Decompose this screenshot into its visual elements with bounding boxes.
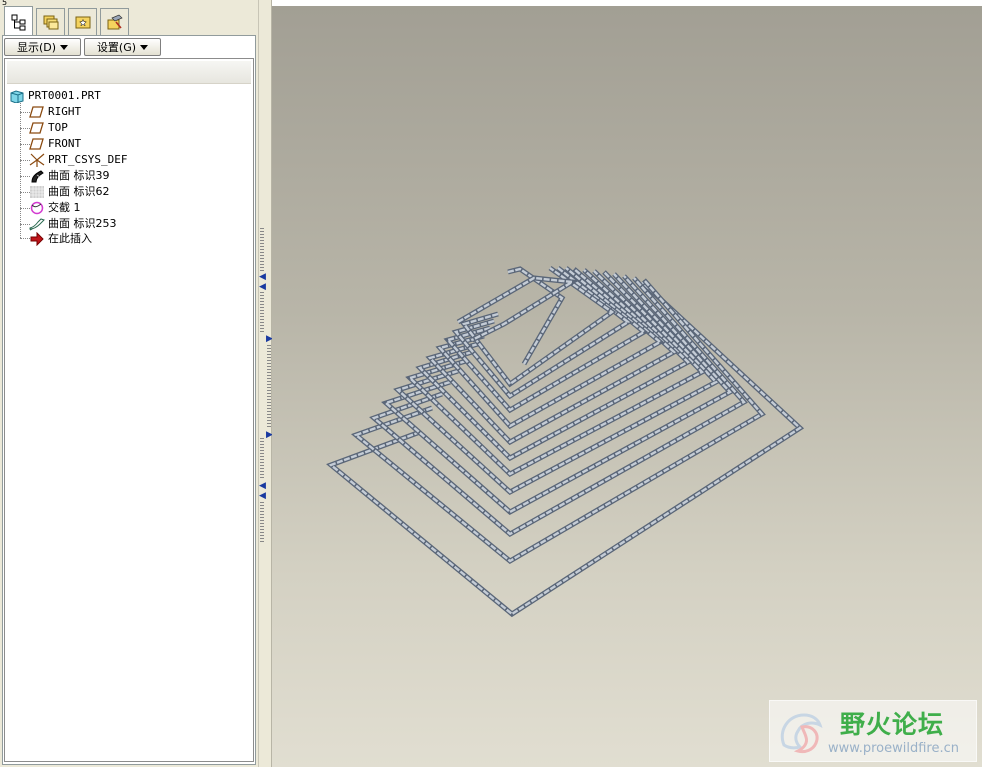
folder-browser-tab[interactable]	[36, 8, 65, 35]
insert-here-arrow-icon	[30, 232, 44, 246]
tree-item-label: FRONT	[48, 137, 82, 150]
tube-segment	[328, 281, 802, 616]
tree-item-front[interactable]: FRONT	[29, 136, 275, 152]
tree-item-csys[interactable]: PRT_CSYS_DEF	[29, 152, 275, 168]
coordinate-system-icon	[29, 153, 45, 167]
settings-menu-label: 设置(G)	[96, 41, 137, 54]
collapse-left-arrow-icon[interactable]: ◀	[259, 482, 266, 491]
surface-grid-icon	[30, 186, 44, 198]
tree-item-label: 曲面 标识62	[48, 185, 110, 198]
flame-logo-icon	[780, 713, 823, 754]
navigator-tabs	[2, 6, 256, 36]
display-menu-label: 显示(D)	[16, 41, 57, 54]
tree-item-label: PRT0001.PRT	[28, 89, 101, 102]
tube-segment	[353, 279, 764, 563]
tree-item-insert-here[interactable]: 在此插入	[29, 231, 275, 247]
tree-item-label: 在此插入	[48, 232, 92, 245]
collapse-left-arrow-icon[interactable]: ◀	[259, 273, 266, 282]
surface-icon	[31, 170, 44, 183]
navigator-panel: 5 显示(D) 设置(G) PRT0001.PRT RIGHT TOP FRON…	[0, 0, 258, 767]
model-tree-tab[interactable]	[4, 6, 33, 36]
watermark-title: 野火论坛	[840, 710, 945, 739]
connections-tab[interactable]	[100, 8, 129, 35]
sweep-surface-icon	[29, 218, 45, 231]
tree-item-label: 曲面 标识39	[48, 169, 110, 182]
settings-menu-button[interactable]: 设置(G)	[84, 38, 161, 56]
tree-item-label: RIGHT	[48, 105, 82, 118]
chevron-down-icon	[140, 44, 149, 50]
model-tree-header	[7, 61, 251, 84]
navigator-body: 显示(D) 设置(G) PRT0001.PRT RIGHT TOP FRONT …	[2, 35, 256, 765]
tree-item-right[interactable]: RIGHT	[29, 104, 275, 120]
tree-item-intersect-1[interactable]: 交截 1	[29, 200, 275, 216]
tree-item-label: 交截 1	[48, 201, 81, 214]
collapse-left-arrow-icon[interactable]: ◀	[259, 492, 266, 501]
tube-segment	[326, 280, 805, 618]
tree-item-root[interactable]: PRT0001.PRT	[9, 88, 255, 104]
splitter-grip[interactable]	[260, 228, 264, 272]
datum-plane-icon	[29, 122, 44, 134]
favorites-tab[interactable]	[68, 8, 97, 35]
datum-plane-icon	[29, 106, 44, 118]
splitter-grip[interactable]	[260, 292, 264, 334]
chevron-down-icon	[60, 44, 69, 50]
splitter-grip[interactable]	[260, 502, 264, 544]
tree-item-label: TOP	[48, 121, 68, 134]
connections-icon	[107, 14, 123, 30]
datum-plane-icon	[29, 138, 44, 150]
forum-watermark: 野火论坛 www.proewildfire.cn	[769, 700, 977, 762]
spiral-tube-model	[326, 265, 805, 618]
favorites-icon	[75, 16, 90, 29]
model-3d-view[interactable]	[272, 6, 982, 767]
display-menu-button[interactable]: 显示(D)	[4, 38, 81, 56]
tube-segment	[350, 278, 766, 565]
tree-item-top[interactable]: TOP	[29, 120, 275, 136]
tree-item-label: 曲面 标识253	[48, 217, 117, 230]
part-icon	[10, 90, 24, 103]
graphics-window[interactable]	[272, 6, 982, 767]
model-tree: PRT0001.PRT RIGHT TOP FRONT PRT_CSYS_DEF…	[4, 58, 254, 762]
splitter-grip[interactable]	[267, 345, 271, 427]
model-tree-icon	[11, 14, 25, 30]
tree-connector-line	[20, 97, 21, 238]
watermark-url: www.proewildfire.cn	[828, 741, 959, 756]
tree-item-surface-62[interactable]: 曲面 标识62	[29, 184, 275, 200]
panel-splitter[interactable]: ◀ ◀ ▶ ▶ ◀ ◀	[258, 0, 273, 767]
splitter-grip[interactable]	[260, 438, 264, 480]
intersect-icon	[30, 201, 44, 215]
tree-item-label: PRT_CSYS_DEF	[48, 153, 128, 166]
tree-item-surface-253[interactable]: 曲面 标识253	[29, 216, 275, 232]
collapse-left-arrow-icon[interactable]: ◀	[259, 283, 266, 292]
tree-item-surface-39[interactable]: 曲面 标识39	[29, 168, 275, 184]
folder-browser-icon	[43, 15, 58, 30]
